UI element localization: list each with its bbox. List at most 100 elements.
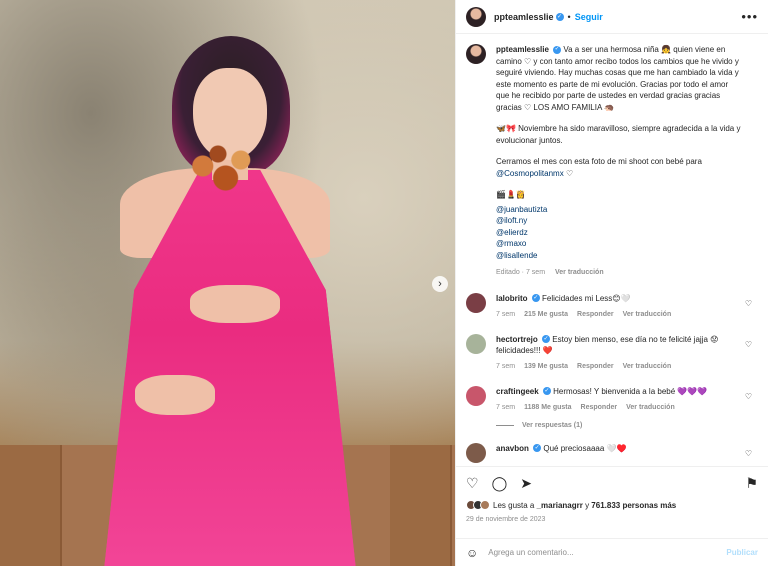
caption-paragraph-2: 🦋🎀 Noviembre ha sido maravilloso, siempr…	[496, 124, 741, 145]
carousel-next-button[interactable]: ›	[432, 276, 448, 292]
heart-icon[interactable]: ♡	[745, 340, 752, 349]
post-header: ppteamlesslie ✓ • Seguir •••	[456, 0, 768, 34]
comment-text: Qué preciosaaaa 🤍♥️	[543, 443, 627, 453]
comment-body: lalobrito ✓ Felicidades mi Less😊🤍 7 sem …	[496, 293, 746, 320]
mention-link[interactable]: @Cosmopolitanmx	[496, 169, 564, 178]
credit-link[interactable]: @lisallende	[496, 250, 741, 262]
comment-body: hectortrejo ✓ Estoy bien menso, ese día …	[496, 334, 746, 372]
more-icon[interactable]: •••	[741, 9, 758, 24]
caption-paragraph-3-text: Cerramos el mes con esta foto de mi shoo…	[496, 157, 702, 166]
comment-avatar[interactable]	[466, 442, 486, 463]
translate-link[interactable]: Ver traducción	[626, 402, 675, 413]
caption-emojis: 🎬💄👸	[496, 190, 526, 199]
separator-dot: •	[567, 11, 571, 22]
reply-button[interactable]: Responder	[577, 309, 614, 320]
author-username[interactable]: ppteamlesslie	[494, 12, 554, 22]
heart-icon[interactable]: ♡	[745, 299, 752, 308]
translate-link[interactable]: Ver traducción	[623, 361, 672, 372]
edited-label: Editado · 7 sem	[496, 269, 546, 276]
comment-likes[interactable]: 215 Me gusta	[524, 309, 568, 320]
chevron-right-icon: ›	[438, 278, 442, 290]
credit-link[interactable]: @elierdz	[496, 227, 741, 239]
heart-icon[interactable]: ♡	[745, 392, 752, 401]
verified-icon: ✓	[542, 335, 551, 344]
comment-text: Felicidades mi Less😊🤍	[542, 293, 631, 303]
post-date: 29 de noviembre de 2023	[466, 516, 546, 523]
view-replies-button[interactable]: Ver respuestas (1)	[496, 422, 758, 429]
heart-icon[interactable]: ♡	[745, 449, 752, 458]
likes-count[interactable]: 761.833	[591, 501, 620, 510]
verified-icon: ✓	[555, 12, 564, 21]
credit-link[interactable]: @juanbautizta	[496, 204, 741, 216]
verified-icon: ✓	[531, 294, 540, 303]
comment-likes[interactable]: 139 Me gusta	[524, 361, 568, 372]
comment-meta: 7 sem 215 Me gusta Responder Ver traducc…	[496, 309, 746, 320]
comment-avatar[interactable]	[466, 333, 486, 354]
emoji-icon[interactable]: ☺	[466, 546, 478, 560]
comment-username[interactable]: anavbon	[496, 444, 529, 453]
comment: hectortrejo ✓ Estoy bien menso, ese día …	[466, 333, 758, 372]
add-comment-bar: ☺ Publicar	[456, 538, 768, 566]
share-icon[interactable]: ➤	[520, 475, 532, 492]
comment-likes[interactable]: 1188 Me gusta	[524, 402, 571, 413]
liker-avatars	[466, 500, 490, 510]
bookmark-icon[interactable]: ⚑	[745, 475, 758, 492]
replies-line	[496, 424, 514, 426]
comment-age: 7 sem	[496, 310, 516, 318]
post-photo[interactable]: ›	[0, 0, 455, 566]
reply-button[interactable]: Responder	[577, 361, 614, 372]
caption-paragraph-3: Cerramos el mes con esta foto de mi shoo…	[496, 156, 741, 179]
likes-text: Les gusta a _marianagrr y 761.833 person…	[493, 501, 676, 510]
comment-avatar[interactable]	[466, 385, 486, 406]
credit-link[interactable]: @iloft.ny	[496, 215, 741, 227]
comment-avatar[interactable]	[466, 292, 486, 313]
caption-paragraph-1: Va a ser una hermosa niña 👧 quien viene …	[496, 45, 739, 112]
comment-body: craftingeek ✓ Hermosas! Y bienvenida a l…	[496, 386, 746, 413]
comment-meta: 7 sem 139 Me gusta Responder Ver traducc…	[496, 361, 746, 372]
comment-body: anavbon ✓ Qué preciosaaaa 🤍♥️	[496, 443, 746, 463]
photo-hand	[190, 285, 280, 323]
comment-username[interactable]: lalobrito	[496, 294, 528, 303]
comments-scroll[interactable]: ppteamlesslie ✓ Va a ser una hermosa niñ…	[456, 34, 768, 466]
likes-prefix: Les gusta a	[493, 500, 537, 510]
comment-input[interactable]	[488, 548, 717, 557]
comment-username[interactable]: craftingeek	[496, 387, 539, 396]
liker-avatar	[480, 500, 490, 510]
comment-username[interactable]: hectortrejo	[496, 335, 538, 344]
liker-username[interactable]: _marianagrr	[537, 501, 583, 510]
comment-age: 7 sem	[496, 403, 516, 411]
reply-button[interactable]: Responder	[581, 402, 618, 413]
credits-list: @juanbautizta @iloft.ny @elierdz @rmaxo …	[496, 204, 741, 262]
comment: lalobrito ✓ Felicidades mi Less😊🤍 7 sem …	[466, 292, 758, 320]
verified-icon: ✓	[542, 387, 551, 396]
translate-link[interactable]: Ver traducción	[623, 309, 672, 320]
comment: anavbon ✓ Qué preciosaaaa 🤍♥️ ♡	[466, 442, 758, 463]
caption-username[interactable]: ppteamlesslie	[496, 45, 549, 54]
verified-icon: ✓	[533, 444, 542, 453]
likes-summary: Les gusta a _marianagrr y 761.833 person…	[466, 500, 758, 510]
like-icon[interactable]: ♡	[466, 475, 479, 492]
author-avatar[interactable]	[466, 6, 486, 27]
comment: craftingeek ✓ Hermosas! Y bienvenida a l…	[466, 385, 758, 413]
post-dialog: › ppteamlesslie ✓ • Seguir ••• ppteamles…	[0, 0, 768, 566]
translate-link[interactable]: Ver traducción	[555, 269, 604, 276]
caption: ppteamlesslie ✓ Va a ser una hermosa niñ…	[466, 44, 758, 279]
comment-meta: 7 sem 1188 Me gusta Responder Ver traduc…	[496, 402, 746, 413]
photo-hand	[135, 375, 215, 415]
follow-button[interactable]: Seguir	[575, 12, 603, 22]
heart-icon: ♡	[565, 168, 574, 178]
action-icons: ♡ ◯ ➤ ⚑	[466, 475, 758, 492]
post-sidebar: ppteamlesslie ✓ • Seguir ••• ppteamlessl…	[455, 0, 768, 566]
caption-avatar[interactable]	[466, 44, 486, 64]
comment-icon[interactable]: ◯	[492, 475, 508, 492]
comment-text: Hermosas! Y bienvenida a la bebé 💜💜💜	[553, 386, 708, 396]
view-replies-label: Ver respuestas (1)	[522, 421, 583, 429]
photo-necklace	[180, 142, 256, 202]
credit-link[interactable]: @rmaxo	[496, 238, 741, 250]
verified-icon: ✓	[553, 45, 562, 54]
post-comment-button[interactable]: Publicar	[726, 548, 758, 557]
comment-age: 7 sem	[496, 362, 516, 370]
caption-meta: Editado · 7 sem Ver traducción	[496, 267, 741, 279]
caption-text: ppteamlesslie ✓ Va a ser una hermosa niñ…	[496, 44, 741, 279]
likes-suffix[interactable]: personas más	[620, 501, 676, 510]
